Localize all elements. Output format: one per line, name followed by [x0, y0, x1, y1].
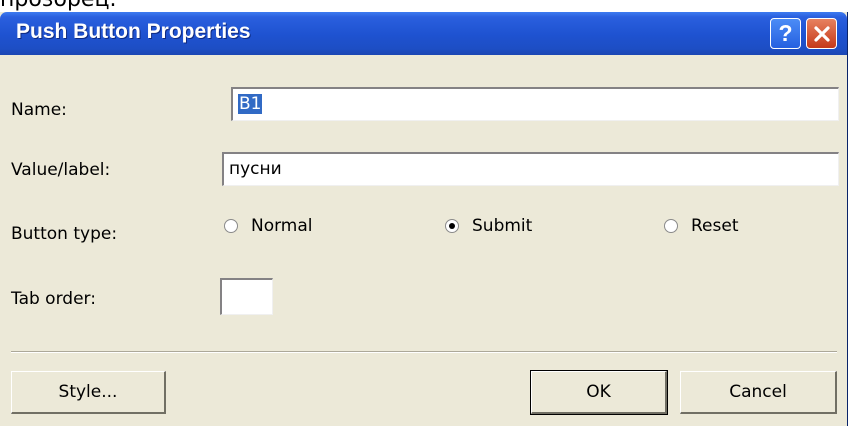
- help-icon: ?: [778, 20, 793, 46]
- radio-normal-circle: [224, 219, 238, 233]
- ok-button-label: OK: [586, 382, 611, 402]
- name-field-value: B1: [238, 94, 263, 114]
- radio-reset-circle: [664, 219, 678, 233]
- value-label-field[interactable]: пусни: [222, 152, 839, 186]
- value-label-field-value: пусни: [229, 159, 282, 179]
- radio-submit[interactable]: Submit: [445, 216, 532, 236]
- radio-normal-label: Normal: [251, 216, 313, 236]
- radio-submit-label: Submit: [472, 216, 533, 236]
- radio-submit-circle: [445, 219, 459, 233]
- radio-normal[interactable]: Normal: [224, 216, 313, 236]
- cancel-button-label: Cancel: [729, 382, 787, 402]
- tab-order-field[interactable]: [220, 278, 273, 315]
- radio-selected-dot: [449, 223, 455, 229]
- value-label-label: Value/label:: [11, 160, 111, 180]
- title-bar: Push Button Properties ?: [0, 12, 847, 55]
- close-button[interactable]: [806, 18, 837, 49]
- name-field[interactable]: B1: [231, 87, 839, 121]
- button-type-label: Button type:: [11, 224, 118, 244]
- radio-reset[interactable]: Reset: [664, 216, 739, 236]
- radio-reset-label: Reset: [691, 216, 739, 236]
- dialog-title: Push Button Properties: [16, 20, 251, 43]
- close-icon: [813, 25, 830, 42]
- push-button-properties-dialog: Push Button Properties ? Name: B1 Value/…: [0, 12, 848, 426]
- style-button-label: Style...: [58, 382, 118, 402]
- help-button[interactable]: ?: [770, 18, 801, 49]
- ok-button[interactable]: OK: [530, 370, 668, 415]
- name-label: Name:: [11, 100, 67, 120]
- divider: [11, 351, 837, 353]
- style-button[interactable]: Style...: [11, 371, 166, 414]
- tab-order-label: Tab order:: [11, 289, 96, 309]
- cancel-button[interactable]: Cancel: [680, 371, 837, 414]
